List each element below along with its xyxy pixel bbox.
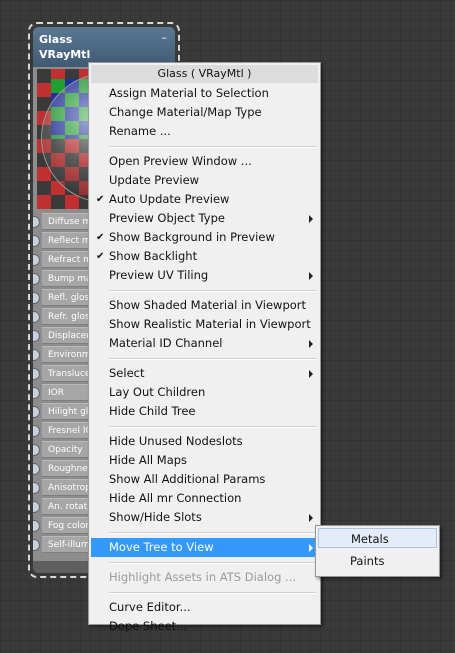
menu-item-label: Auto Update Preview	[109, 192, 230, 206]
menu-item-label: Preview UV Tiling	[109, 268, 209, 282]
slot-socket-icon[interactable]	[33, 368, 40, 380]
menu-item-move-tree-to-view[interactable]: Move Tree to View	[91, 538, 318, 557]
menu-item-label: Show Realistic Material in Viewport	[109, 317, 311, 331]
menu-item-label: Curve Editor...	[109, 600, 191, 614]
submenu-arrow-icon	[309, 544, 313, 552]
slot-socket-icon[interactable]	[33, 463, 40, 475]
collapse-icon[interactable]: –	[162, 31, 168, 44]
menu-item-label: Hide Unused Nodeslots	[109, 434, 243, 448]
menu-item-hide-child-tree[interactable]: Hide Child Tree	[91, 402, 318, 421]
submenu-item-metals[interactable]: Metals	[318, 528, 437, 548]
menu-separator	[109, 146, 316, 148]
menu-item-hide-unused-nodeslots[interactable]: Hide Unused Nodeslots	[91, 432, 318, 451]
slot-socket-icon[interactable]	[33, 425, 40, 437]
menu-item-highlight-assets-in-ats-dialog: Highlight Assets in ATS Dialog ...	[91, 568, 318, 587]
menu-item-show-shaded-material-in-viewport[interactable]: Show Shaded Material in Viewport	[91, 296, 318, 315]
submenu-arrow-icon	[309, 272, 313, 280]
menu-item-show-backlight[interactable]: ✔ Show Backlight	[91, 247, 318, 266]
slot-socket-icon[interactable]	[33, 539, 40, 551]
check-icon: ✔	[96, 194, 105, 205]
menu-item-show-realistic-material-in-viewport[interactable]: Show Realistic Material in Viewport	[91, 315, 318, 334]
menu-item-label: Show Background in Preview	[109, 230, 275, 244]
menu-item-label: Preview Object Type	[109, 211, 225, 225]
menu-item-label: Assign Material to Selection	[109, 86, 269, 100]
submenu-arrow-icon	[309, 514, 313, 522]
menu-item-label: Highlight Assets in ATS Dialog ...	[109, 570, 296, 584]
menu-item-label: Update Preview	[109, 173, 200, 187]
slot-socket-icon[interactable]	[33, 349, 40, 361]
submenu-arrow-icon	[309, 370, 313, 378]
menu-item-assign-material-to-selection[interactable]: Assign Material to Selection	[91, 84, 318, 103]
submenu-item-paints[interactable]: Paints	[318, 551, 437, 571]
menu-item-show-hide-slots[interactable]: Show/Hide Slots	[91, 508, 318, 527]
slot-socket-icon[interactable]	[33, 330, 40, 342]
menu-item-label: Lay Out Children	[109, 385, 206, 399]
menu-item-label: Show Backlight	[109, 249, 198, 263]
slot-socket-icon[interactable]	[33, 387, 40, 399]
slot-socket-icon[interactable]	[33, 254, 40, 266]
slot-socket-icon[interactable]	[33, 235, 40, 247]
menu-item-change-material-map-type[interactable]: Change Material/Map Type	[91, 103, 318, 122]
menu-item-auto-update-preview[interactable]: ✔ Auto Update Preview	[91, 190, 318, 209]
menu-title: Glass ( VRayMtl )	[91, 65, 318, 83]
submenu-item-label: Metals	[351, 532, 389, 546]
menu-item-update-preview[interactable]: Update Preview	[91, 171, 318, 190]
slot-socket-icon[interactable]	[33, 520, 40, 532]
slot-socket-icon[interactable]	[33, 292, 40, 304]
menu-item-label: Material ID Channel	[109, 336, 223, 350]
menu-item-label: Show All Additional Params	[109, 472, 266, 486]
menu-item-show-background-in-preview[interactable]: ✔ Show Background in Preview	[91, 228, 318, 247]
move-tree-submenu: Metals Paints	[315, 525, 440, 577]
menu-item-label: Open Preview Window ...	[109, 154, 252, 168]
submenu-arrow-icon	[309, 340, 313, 348]
node-header[interactable]: Glass VRayMtl –	[33, 27, 175, 67]
menu-item-lay-out-children[interactable]: Lay Out Children	[91, 383, 318, 402]
menu-item-preview-uv-tiling[interactable]: Preview UV Tiling	[91, 266, 318, 285]
menu-item-label: Show/Hide Slots	[109, 510, 202, 524]
menu-separator	[109, 358, 316, 360]
menu-item-select[interactable]: Select	[91, 364, 318, 383]
menu-separator	[109, 426, 316, 428]
slot-socket-icon[interactable]	[33, 273, 40, 285]
menu-item-material-id-channel[interactable]: Material ID Channel	[91, 334, 318, 353]
menu-item-label: Change Material/Map Type	[109, 105, 262, 119]
node-subtitle: VRayMtl	[39, 48, 91, 61]
slot-socket-icon[interactable]	[33, 216, 40, 228]
menu-item-label: Dope Sheet...	[109, 619, 188, 633]
slot-socket-icon[interactable]	[33, 444, 40, 456]
submenu-item-label: Paints	[350, 554, 385, 568]
check-icon: ✔	[96, 232, 105, 243]
menu-item-show-all-additional-params[interactable]: Show All Additional Params	[91, 470, 318, 489]
context-menu: Glass ( VRayMtl ) Assign Material to Sel…	[88, 62, 321, 633]
menu-item-preview-object-type[interactable]: Preview Object Type	[91, 209, 318, 228]
submenu-arrow-icon	[309, 215, 313, 223]
menu-item-label: Hide All mr Connection	[109, 491, 242, 505]
menu-item-curve-editor[interactable]: Curve Editor...	[91, 598, 318, 617]
slot-socket-icon[interactable]	[33, 482, 40, 494]
menu-item-hide-all-maps[interactable]: Hide All Maps	[91, 451, 318, 470]
menu-item-label: Move Tree to View	[109, 540, 214, 554]
menu-item-label: Rename ...	[109, 124, 171, 138]
check-icon: ✔	[96, 251, 105, 262]
menu-separator	[109, 562, 316, 564]
menu-separator	[109, 592, 316, 594]
menu-item-label: Hide All Maps	[109, 453, 188, 467]
menu-separator	[109, 290, 316, 292]
node-title: Glass	[39, 33, 73, 46]
menu-item-label: Hide Child Tree	[109, 404, 196, 418]
slot-socket-icon[interactable]	[33, 311, 40, 323]
slot-socket-icon[interactable]	[33, 406, 40, 418]
menu-item-label: Show Shaded Material in Viewport	[109, 298, 307, 312]
menu-item-label: Select	[109, 366, 145, 380]
menu-separator	[109, 532, 316, 534]
menu-item-rename[interactable]: Rename ...	[91, 122, 318, 141]
menu-item-open-preview-window[interactable]: Open Preview Window ...	[91, 152, 318, 171]
slot-socket-icon[interactable]	[33, 501, 40, 513]
menu-item-dope-sheet[interactable]: Dope Sheet...	[91, 617, 318, 636]
menu-item-hide-all-mr-connection[interactable]: Hide All mr Connection	[91, 489, 318, 508]
